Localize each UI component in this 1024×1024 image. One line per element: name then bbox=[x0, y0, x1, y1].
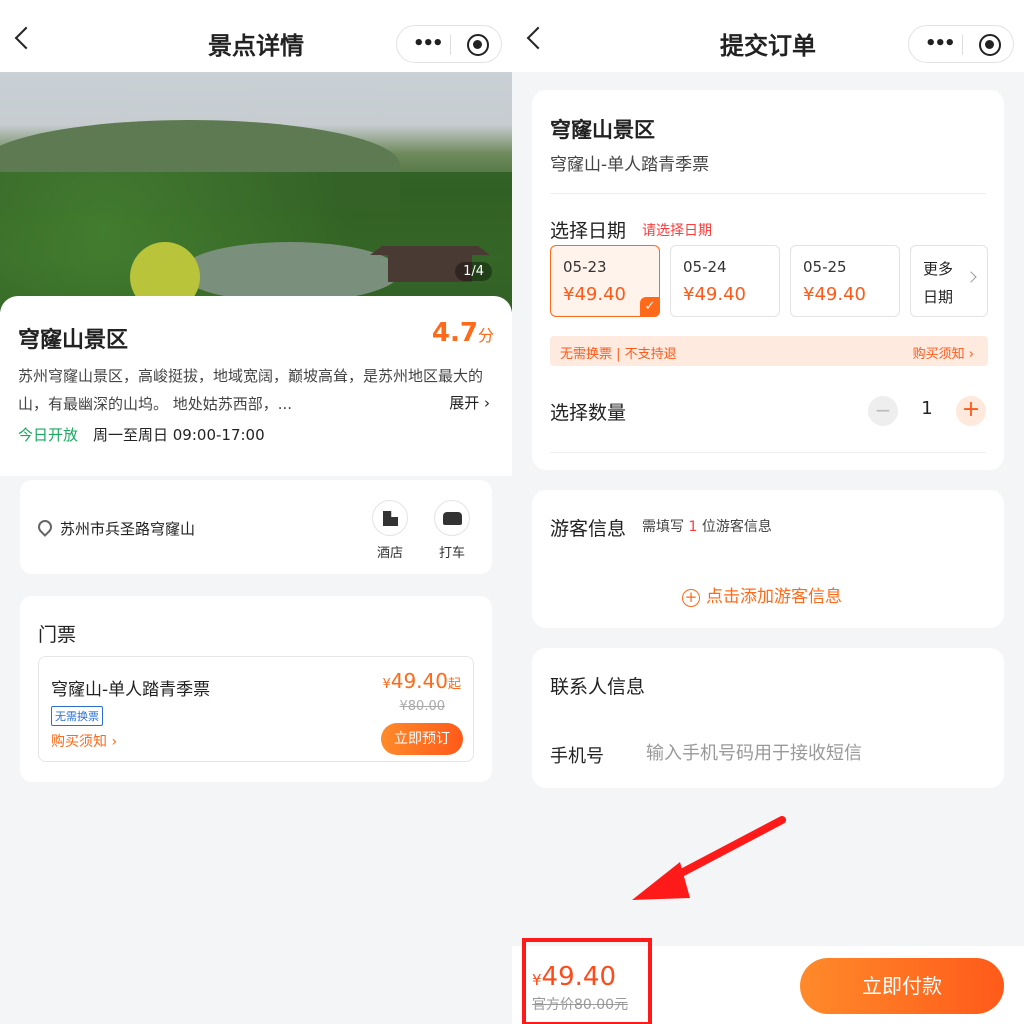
ticket-price-value: 49.40 bbox=[390, 669, 448, 693]
order-scenic-name: 穹窿山景区 bbox=[550, 118, 655, 142]
mini-program-capsule: ••• bbox=[396, 25, 502, 63]
select-quantity-label: 选择数量 bbox=[550, 402, 627, 424]
image-counter: 1/4 bbox=[455, 262, 492, 281]
visitor-info-card: 游客信息 需填写 1 位游客信息 + 点击添加游客信息 bbox=[532, 490, 1004, 628]
phone-input[interactable] bbox=[646, 736, 986, 770]
more-dates-button[interactable]: 更多 日期 bbox=[910, 245, 988, 317]
purchase-notice-label: 购买须知 bbox=[912, 347, 965, 362]
ticket-currency: ¥ bbox=[382, 677, 391, 692]
divider bbox=[550, 193, 986, 194]
mini-program-capsule: ••• bbox=[908, 25, 1014, 63]
tickets-card: 门票 穹窿山-单人踏青季票 无需换票 购买须知 › ¥49.40起 ¥80.00… bbox=[20, 596, 492, 782]
select-date-label: 选择日期 bbox=[550, 220, 627, 242]
hero-image[interactable]: 1/4 bbox=[0, 72, 512, 312]
date-option-price: ¥49.40 bbox=[803, 284, 866, 305]
bottom-pay-bar: ¥49.40 官方价80.00元 立即付款 bbox=[512, 938, 1024, 1024]
divider bbox=[550, 452, 986, 453]
taxi-icon bbox=[443, 512, 462, 525]
expand-button[interactable]: 展开 › bbox=[449, 392, 490, 413]
add-visitor-label: 点击添加游客信息 bbox=[706, 587, 842, 607]
ticket-original-price: ¥80.00 bbox=[399, 699, 446, 714]
total-currency: ¥ bbox=[532, 971, 542, 989]
purchase-notice-link[interactable]: 购买须知 › bbox=[913, 343, 974, 362]
scenic-name: 穹窿山景区 bbox=[18, 328, 129, 353]
date-option[interactable]: 05-24 ¥49.40 bbox=[670, 245, 780, 317]
submit-order-screen: 提交订单 ••• 穹窿山景区 穹窿山-单人踏青季票 选择日期 请选择日期 05-… bbox=[512, 0, 1024, 1024]
date-option-date: 05-25 bbox=[803, 258, 847, 276]
attraction-detail-screen: 景点详情 ••• 1/4 穹窿山景区 4.7分 苏州穹窿山景区，高峻挺拔，地域宽… bbox=[0, 0, 512, 1024]
check-icon: ✓ bbox=[640, 297, 660, 317]
date-option-price: ¥49.40 bbox=[683, 284, 746, 305]
capsule-divider bbox=[962, 35, 963, 55]
image-lake bbox=[180, 242, 400, 302]
opening-hours: 周一至周日 09:00-17:00 bbox=[93, 426, 265, 444]
select-date-hint: 请选择日期 bbox=[642, 223, 712, 239]
location-pin-icon bbox=[35, 517, 55, 537]
order-card: 穹窿山景区 穹窿山-单人踏青季票 选择日期 请选择日期 05-23 ¥49.40… bbox=[532, 90, 1004, 470]
taxi-label: 打车 bbox=[438, 546, 465, 561]
date-option[interactable]: 05-25 ¥49.40 bbox=[790, 245, 900, 317]
visitor-info-title: 游客信息 bbox=[550, 518, 627, 540]
hotel-icon bbox=[383, 511, 398, 526]
ticket-name: 穹窿山-单人踏青季票 bbox=[51, 680, 211, 700]
phone-label: 手机号 bbox=[550, 746, 604, 767]
hotel-button[interactable]: 酒店 bbox=[370, 500, 410, 561]
notice-text: 无需换票 | 不支持退 bbox=[560, 347, 677, 362]
expand-label: 展开 bbox=[449, 394, 480, 412]
visitor-info-hint: 需填写 1 位游客信息 bbox=[642, 516, 772, 536]
add-circle-icon: + bbox=[682, 589, 700, 607]
no-exchange-tag: 无需换票 bbox=[51, 706, 103, 726]
total-price-value: 49.40 bbox=[541, 962, 616, 992]
quantity-value: 1 bbox=[921, 398, 933, 419]
score-value: 4.7 bbox=[431, 318, 478, 348]
date-option[interactable]: 05-23 ¥49.40 ✓ bbox=[550, 245, 660, 317]
more-icon[interactable]: ••• bbox=[925, 35, 956, 53]
taxi-button[interactable]: 打车 bbox=[432, 500, 472, 561]
visitor-hint-pre: 需填写 bbox=[642, 519, 684, 535]
ticket-price-suffix: 起 bbox=[447, 677, 461, 692]
contact-info-card: 联系人信息 手机号 bbox=[532, 648, 1004, 788]
official-price: 官方价80.00元 bbox=[532, 997, 629, 1013]
visitor-count: 1 bbox=[688, 519, 698, 535]
more-dates-label-2: 日期 bbox=[923, 288, 954, 306]
ticket-price: ¥49.40起 bbox=[382, 669, 461, 693]
hotel-icon-circle bbox=[372, 500, 408, 536]
capsule-divider bbox=[450, 35, 451, 55]
quantity-plus-button[interactable]: + bbox=[956, 396, 986, 426]
tickets-title: 门票 bbox=[38, 624, 77, 646]
pay-now-button[interactable]: 立即付款 bbox=[800, 958, 1004, 1014]
more-icon[interactable]: ••• bbox=[413, 35, 444, 53]
taxi-icon-circle bbox=[434, 500, 470, 536]
total-price: ¥49.40 bbox=[532, 962, 616, 992]
score-unit: 分 bbox=[477, 326, 494, 345]
date-option-price: ¥49.40 bbox=[563, 284, 626, 305]
notice-bar: 无需换票 | 不支持退 购买须知 › bbox=[550, 336, 988, 366]
contact-info-title: 联系人信息 bbox=[550, 676, 646, 698]
purchase-notice-label: 购买须知 bbox=[51, 734, 107, 750]
address-text: 苏州市兵圣路穹窿山 bbox=[60, 520, 196, 538]
ticket-item[interactable]: 穹窿山-单人踏青季票 无需换票 购买须知 › ¥49.40起 ¥80.00 立即… bbox=[38, 656, 474, 762]
nav-bar: 景点详情 ••• bbox=[0, 0, 512, 72]
nav-bar: 提交订单 ••• bbox=[512, 0, 1024, 72]
address-card[interactable]: 苏州市兵圣路穹窿山 酒店 打车 bbox=[20, 480, 492, 574]
info-card: 穹窿山景区 4.7分 苏州穹窿山景区，高峻挺拔，地域宽阔，巅坡高耸，是苏州地区最… bbox=[0, 296, 512, 476]
close-target-icon[interactable] bbox=[467, 34, 489, 56]
chevron-right-icon bbox=[965, 271, 977, 283]
quantity-minus-button[interactable]: − bbox=[868, 396, 898, 426]
close-target-icon[interactable] bbox=[979, 34, 1001, 56]
book-now-button[interactable]: 立即预订 bbox=[381, 723, 463, 755]
date-option-date: 05-23 bbox=[563, 258, 607, 276]
hotel-label: 酒店 bbox=[376, 546, 403, 561]
open-status: 今日开放 bbox=[18, 426, 79, 444]
rating-score: 4.7分 bbox=[432, 318, 494, 348]
description: 苏州穹窿山景区，高峻挺拔，地域宽阔，巅坡高耸，是苏州地区最大的山，有最幽深的山坞… bbox=[18, 367, 484, 413]
date-option-date: 05-24 bbox=[683, 258, 727, 276]
add-visitor-button[interactable]: + 点击添加游客信息 bbox=[682, 582, 842, 607]
more-dates-label-1: 更多 bbox=[923, 260, 954, 278]
order-ticket-name: 穹窿山-单人踏青季票 bbox=[550, 155, 710, 175]
visitor-hint-post: 位游客信息 bbox=[701, 519, 772, 535]
purchase-notice-link[interactable]: 购买须知 › bbox=[51, 731, 117, 751]
